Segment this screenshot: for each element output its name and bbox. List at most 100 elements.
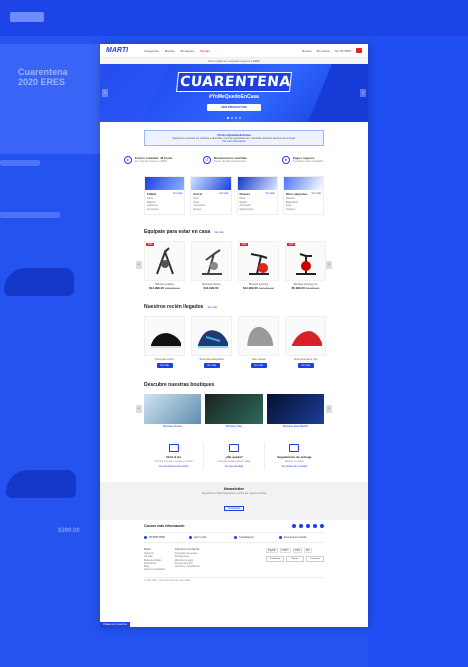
chevron-right-icon[interactable]: › (360, 89, 366, 97)
service-title: ¿Me queda? (225, 454, 243, 459)
category-card[interactable]: Otros deportes Ver todo Natación Básquetb… (282, 176, 324, 215)
category-card[interactable]: Fitness Ver todo Ropa Equipo Accesorios S… (236, 176, 278, 215)
account-link[interactable]: Mi cuenta (317, 49, 330, 53)
view-more-button[interactable]: Ver más (297, 362, 314, 368)
carousel-dot[interactable] (227, 117, 229, 119)
section-more-link[interactable]: Ver más (207, 306, 217, 309)
section-more-link[interactable]: Ver más (214, 231, 224, 234)
service-link[interactable]: Ver estatus de tu pedido (267, 465, 322, 468)
topbar-right: Buscar Mi cuenta Tel: 55 5555 (302, 48, 362, 53)
category-card[interactable]: Fútbol Ver todo Tacos Balones Uniformes A… (144, 176, 186, 215)
facebook-icon[interactable] (299, 523, 303, 528)
menu-item[interactable]: Marcas (165, 49, 175, 53)
carousel-dot[interactable] (239, 117, 241, 119)
background-hero-text: Cuarentena 2020 ERES (18, 67, 68, 87)
hero-cta-button[interactable]: VER PRODUCTOS (207, 104, 261, 111)
chat-button[interactable]: Chatea con nosotros (100, 622, 130, 627)
linkedin-icon[interactable] (320, 523, 324, 528)
category-more-link[interactable]: Ver todo (173, 192, 182, 196)
product-carousel: ‹ -20% Bicicleta estática $14,999.00$18,… (136, 240, 332, 290)
footer-link[interactable]: Aviso de privacidad (144, 568, 165, 571)
store-icon (168, 443, 179, 452)
footer-column: Martí Nosotros Tiendas Bolsa de trabajo … (144, 547, 165, 571)
old-price: $18,999.00 (165, 285, 181, 290)
view-more-button[interactable]: Ver más (203, 362, 220, 368)
carousel-dot[interactable] (235, 117, 237, 119)
discount-badge: -10% (287, 242, 295, 246)
menu-item[interactable]: Boutiques (181, 49, 194, 53)
chevron-left-icon[interactable]: ‹ (102, 89, 108, 97)
product-name: Tenis para correr rojo (293, 357, 318, 361)
subscribe-button[interactable]: Suscríbete (224, 505, 244, 511)
twitter-icon[interactable] (292, 523, 296, 528)
product-card[interactable]: Tenis casual Ver más (238, 315, 279, 368)
category-link[interactable]: Relojes (193, 208, 228, 211)
notice-link[interactable]: Ver más información (148, 140, 320, 143)
category-card[interactable]: Correr Ver todo Tenis Ropa Accesorios Rel… (190, 176, 232, 215)
norton-badge: Norton (286, 555, 304, 562)
service-item: ¿Me queda? Consulta nuestra guía de tall… (204, 441, 265, 470)
view-more-button[interactable]: Ver más (156, 362, 173, 368)
carousel-dot[interactable] (231, 117, 233, 119)
product-card[interactable]: Tenis para correr Ver más (144, 315, 185, 368)
category-link[interactable]: Suplementos (240, 208, 275, 211)
boutique-card[interactable]: Boutique Nike (205, 393, 263, 428)
contact-item[interactable]: 55 5555 5555 (144, 535, 189, 539)
contact-row: 55 5555 5555 Haz tu cita Contáctanos Enc… (144, 531, 324, 543)
menu-item[interactable]: Categorías (144, 49, 159, 53)
service-link[interactable]: Ver condiciones del servicio (146, 465, 201, 468)
product-card[interactable]: Bicicleta elíptica $11,999.00 (191, 240, 232, 290)
hero-shape (100, 64, 170, 122)
contact-item[interactable]: Haz tu cita (189, 535, 234, 539)
carousel-dots (100, 117, 368, 119)
website-preview: MARTI Categorías Marcas Boutiques Oferta… (100, 44, 368, 627)
contact-item[interactable]: Contáctanos (234, 535, 279, 539)
product-card[interactable]: Tenis para básquetbol Ver más (191, 315, 232, 368)
section-title: Equípate para estar en casa Ver más (144, 229, 324, 235)
benefit-item: ▸ Envíos estándar: 48 horas En compras ma… (124, 156, 186, 165)
product-price: $5,999.00$6,699.00 (285, 286, 326, 290)
chevron-right-icon[interactable]: › (326, 260, 332, 269)
boutique-name: Boutique fitness (163, 424, 182, 428)
category-more-link[interactable]: Ver todo (265, 192, 274, 196)
category-link[interactable]: Accesorios (147, 208, 182, 211)
calendar-icon (189, 535, 192, 539)
service-sub: Consulta nuestra guía de tallas (217, 459, 251, 463)
product-price: $11,999.00$13,999.00 (238, 286, 279, 290)
product-card[interactable]: -10% Bicicleta spinning pro $5,999.00$6,… (285, 240, 326, 290)
menu-item[interactable]: Ofertas (200, 49, 210, 53)
product-card[interactable]: -15% Bicicleta spinning $11,999.00$13,99… (238, 240, 279, 290)
contact-item[interactable]: Encuentra tu tienda (279, 535, 324, 539)
product-name: Tenis para correr (155, 357, 174, 361)
youtube-icon[interactable] (313, 523, 317, 528)
new-arrivals-row: Tenis para correr Ver más Tenis para bás… (144, 315, 326, 368)
instagram-icon[interactable] (306, 523, 310, 528)
payment-section: PayPal OXXO VISA MC Certificado Norton C… (266, 547, 324, 571)
product-image (191, 240, 232, 281)
category-link[interactable]: Ciclismo (286, 208, 321, 211)
category-more-link[interactable]: Ver todo (219, 192, 228, 196)
search-link[interactable]: Buscar (302, 49, 311, 53)
cart-icon[interactable] (356, 48, 362, 53)
newsletter-sub: Suscríbete a Martí Newsletter y recibe l… (201, 491, 267, 495)
boutique-card[interactable]: Boutique Real Madrid (266, 393, 324, 428)
view-more-button[interactable]: Ver más (250, 362, 267, 368)
background-hero (0, 44, 100, 154)
chevron-left-icon[interactable]: ‹ (136, 260, 142, 269)
footer-link[interactable]: Términos y condiciones (175, 565, 200, 568)
chevron-left-icon[interactable]: ‹ (136, 404, 142, 413)
service-link[interactable]: Ver guía de tallas (206, 465, 261, 468)
chevron-right-icon[interactable]: › (326, 404, 332, 413)
lock-icon: ● (282, 156, 290, 165)
product-card[interactable]: -20% Bicicleta estática $14,999.00$18,99… (144, 240, 185, 290)
hero-banner[interactable]: CUARENTENA #YoMeQuedoEnCasa VER PRODUCTO… (100, 64, 368, 122)
product-name: Tenis para básquetbol (199, 357, 224, 361)
category-more-link[interactable]: Ver todo (312, 192, 321, 196)
boutique-card[interactable]: Boutique fitness (144, 393, 202, 428)
site-logo[interactable]: MARTI (106, 47, 136, 54)
product-card[interactable]: Tenis para correr rojo Ver más (285, 315, 326, 368)
visa-logo: VISA (292, 547, 302, 553)
social-links (292, 523, 324, 528)
service-sub: Compra en línea y recoge en tienda (154, 459, 193, 463)
trust-badge: Confianza (306, 555, 324, 562)
